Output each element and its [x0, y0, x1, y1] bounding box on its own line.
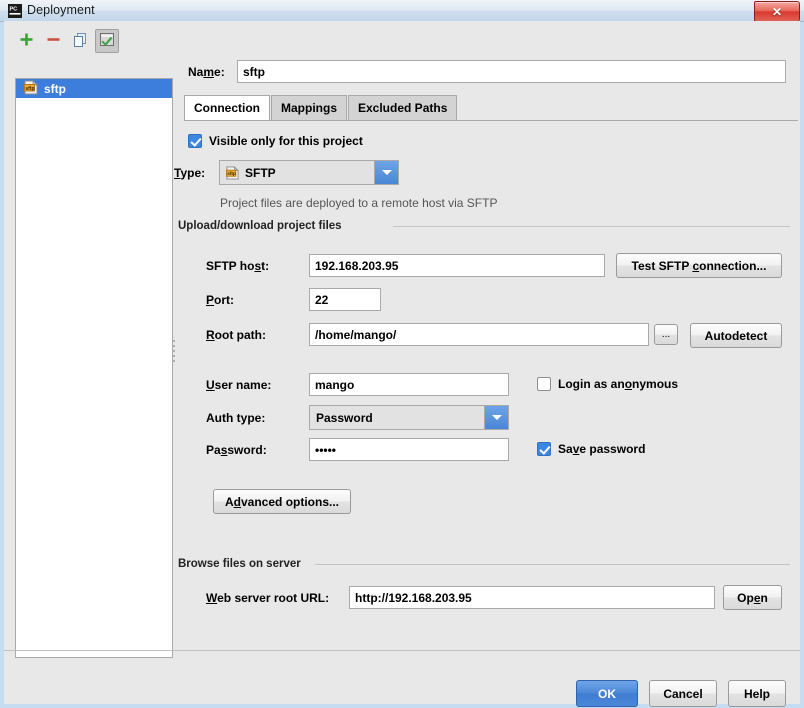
help-label: Help	[744, 687, 770, 701]
svg-text:sftp: sftp	[227, 171, 236, 176]
type-combobox-value: SFTP	[245, 166, 276, 180]
root-path-input[interactable]	[309, 323, 649, 346]
remove-server-button[interactable]	[41, 29, 65, 53]
sftp-file-icon: sftp	[226, 166, 239, 180]
browse-root-path-button[interactable]: ...	[654, 324, 678, 345]
checkbox-check-icon	[188, 134, 202, 148]
autodetect-button[interactable]: Autodetect	[690, 323, 782, 348]
open-url-button[interactable]: Open	[723, 585, 782, 610]
advanced-options-label: Advanced options...	[225, 495, 339, 509]
server-list-toolbar	[14, 29, 174, 55]
type-combobox[interactable]: sftp SFTP	[219, 160, 399, 185]
tree-item-sftp[interactable]: sftp sftp	[16, 79, 172, 98]
cancel-label: Cancel	[663, 687, 702, 701]
checkbox-empty-icon	[537, 377, 551, 391]
visible-only-label: Visible only for this project	[209, 134, 363, 148]
open-url-label: Open	[737, 591, 768, 605]
advanced-options-button[interactable]: Advanced options...	[213, 489, 351, 514]
close-window-button[interactable]: ✕	[754, 1, 800, 22]
password-label: Password:	[206, 443, 267, 457]
ok-button[interactable]: OK	[576, 680, 638, 707]
auth-type-label: Auth type:	[206, 411, 265, 425]
chevron-down-icon[interactable]	[374, 161, 398, 184]
save-password-checkbox[interactable]: Save password	[537, 442, 645, 456]
connection-settings-pane: Name: Connection Mappings Excluded Paths…	[178, 21, 800, 651]
name-input[interactable]	[237, 60, 786, 83]
pycharm-icon: PC	[8, 4, 22, 18]
plus-icon	[19, 32, 34, 50]
user-name-label: User name:	[206, 378, 271, 392]
login-anonymous-label: Login as anonymous	[558, 377, 678, 391]
web-server-root-url-label: Web server root URL:	[206, 591, 329, 605]
ok-label: OK	[598, 687, 616, 701]
type-label: Type:	[174, 166, 205, 180]
port-input[interactable]	[309, 288, 381, 311]
type-combobox-value-wrap: sftp SFTP	[220, 166, 374, 180]
settings-tabs: Connection Mappings Excluded Paths	[184, 95, 798, 121]
autodetect-label: Autodetect	[705, 329, 768, 343]
title-bar: PC Deployment ✕	[0, 0, 804, 22]
root-path-label: Root path:	[206, 328, 266, 342]
web-server-root-url-input[interactable]	[349, 586, 715, 609]
sftp-file-icon: sftp	[24, 80, 38, 98]
dialog-content: sftp sftp Name: Connection Mappings	[4, 21, 800, 704]
visible-only-checkbox[interactable]: Visible only for this project	[188, 134, 363, 148]
tab-excluded-paths[interactable]: Excluded Paths	[348, 95, 457, 120]
window-title: Deployment	[27, 3, 95, 17]
footer-separator	[4, 650, 800, 651]
chevron-down-icon[interactable]	[484, 406, 508, 429]
close-icon: ✕	[772, 6, 782, 18]
upload-group-title: Upload/download project files	[178, 220, 348, 232]
user-name-input[interactable]	[309, 373, 509, 396]
upload-group-divider	[393, 226, 790, 227]
tab-mappings[interactable]: Mappings	[271, 95, 347, 120]
password-input[interactable]	[309, 438, 509, 461]
set-default-button[interactable]	[95, 29, 119, 53]
sftp-host-input[interactable]	[309, 254, 605, 277]
type-hint: Project files are deployed to a remote h…	[220, 196, 497, 210]
auth-type-value: Password	[310, 411, 484, 425]
help-button[interactable]: Help	[728, 680, 786, 707]
server-list-panel[interactable]: sftp sftp	[15, 78, 173, 658]
port-label: Port:	[206, 293, 234, 307]
browse-group-title: Browse files on server	[178, 558, 307, 570]
copy-server-button[interactable]	[68, 29, 92, 53]
login-anonymous-checkbox[interactable]: Login as anonymous	[537, 377, 678, 391]
browse-group-divider	[315, 564, 790, 565]
sftp-host-label: SFTP host:	[206, 259, 269, 273]
tab-connection[interactable]: Connection	[184, 95, 270, 121]
tab-connection-label: Connection	[194, 101, 260, 115]
tree-item-label: sftp	[44, 82, 66, 96]
tab-mappings-label: Mappings	[281, 101, 337, 115]
tab-excluded-paths-label: Excluded Paths	[358, 101, 447, 115]
copy-icon	[72, 32, 88, 51]
minus-icon	[46, 32, 61, 50]
deployment-dialog-window: PC Deployment ✕	[0, 0, 804, 708]
panel-splitter-grip[interactable]	[170, 337, 178, 359]
cancel-button[interactable]: Cancel	[649, 680, 717, 707]
tab-strip-underline	[184, 120, 798, 121]
svg-text:PC: PC	[10, 7, 18, 13]
name-label: Name:	[188, 65, 225, 79]
add-server-button[interactable]	[14, 29, 38, 53]
save-password-label: Save password	[558, 442, 645, 456]
window-check-icon	[99, 32, 115, 51]
test-sftp-connection-label: Test SFTP connection...	[632, 259, 767, 273]
svg-text:sftp: sftp	[25, 85, 34, 91]
test-sftp-connection-button[interactable]: Test SFTP connection...	[616, 253, 782, 278]
checkbox-check-icon	[537, 442, 551, 456]
auth-type-combobox[interactable]: Password	[309, 405, 509, 430]
ellipsis-icon: ...	[662, 329, 670, 340]
